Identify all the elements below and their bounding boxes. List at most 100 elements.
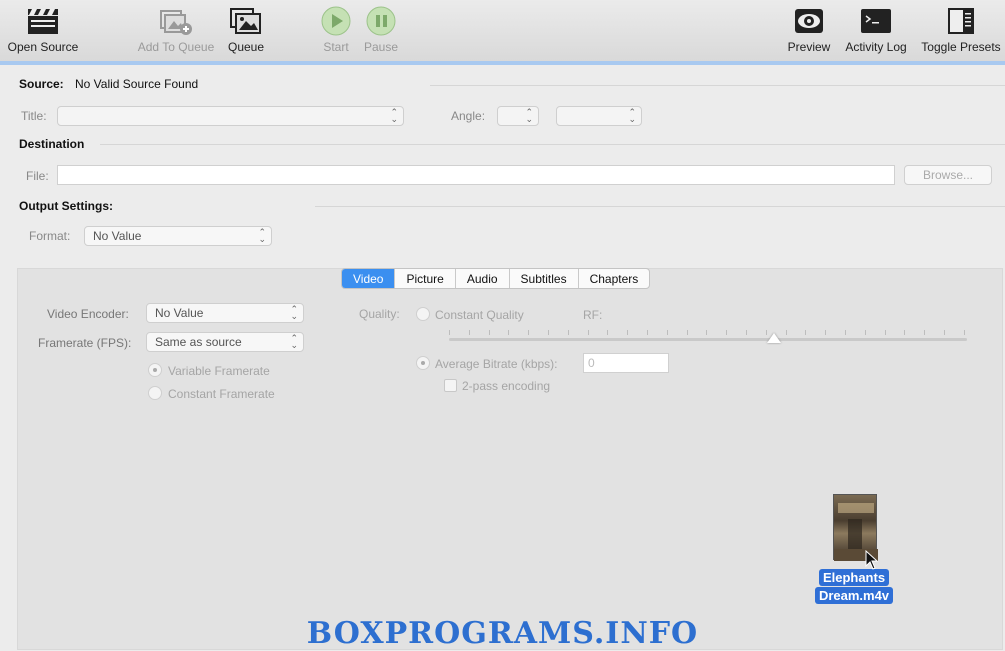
chevron-updown-icon: ⌃ ⌄ — [525, 107, 533, 124]
quality-label: Quality: — [359, 307, 400, 321]
format-label: Format: — [29, 229, 71, 243]
browse-button[interactable]: Browse... — [904, 165, 992, 185]
activity-log-button[interactable]: Activity Log — [840, 4, 912, 58]
slider-tick — [468, 330, 470, 335]
source-value: No Valid Source Found — [75, 77, 199, 91]
video-encoder-select[interactable]: No Value ⌃ ⌄ — [146, 303, 304, 323]
two-pass-checkbox[interactable] — [444, 379, 457, 392]
open-source-label: Open Source — [7, 40, 79, 54]
slider-tick — [845, 330, 846, 335]
slider-tick — [607, 330, 609, 335]
angle-label: Angle: — [451, 109, 486, 123]
slider-tick — [449, 330, 450, 335]
title-label: Title: — [21, 109, 47, 123]
quality-slider-knob[interactable] — [767, 333, 781, 343]
average-bitrate-label: Average Bitrate (kbps): — [435, 357, 558, 371]
start-label: Start — [323, 40, 349, 54]
framerate-select[interactable]: Same as source ⌃ ⌄ — [146, 332, 304, 352]
quality-slider-track[interactable] — [449, 338, 967, 341]
framerate-value: Same as source — [155, 335, 242, 349]
destination-heading: Destination — [19, 137, 85, 151]
queue-button[interactable]: Queue — [226, 4, 266, 58]
slider-tick — [567, 330, 569, 335]
add-to-queue-button[interactable]: Add To Queue — [134, 4, 218, 58]
constant-framerate-radio[interactable] — [148, 386, 162, 400]
angle-secondary-select[interactable]: ⌃ ⌄ — [556, 106, 642, 126]
slider-tick — [944, 330, 945, 335]
pause-icon — [365, 4, 397, 38]
queue-icon — [228, 4, 264, 38]
slider-tick — [726, 330, 728, 335]
toggle-presets-label: Toggle Presets — [921, 40, 1001, 54]
dragged-file-name: Elephants Dream.m4v — [814, 569, 894, 605]
play-icon — [320, 4, 352, 38]
constant-quality-radio[interactable] — [416, 307, 430, 321]
variable-framerate-radio[interactable] — [148, 363, 162, 377]
output-settings-heading: Output Settings: — [19, 199, 113, 213]
chevron-updown-icon: ⌃ ⌄ — [258, 227, 266, 244]
variable-framerate-label: Variable Framerate — [168, 364, 270, 378]
chevron-updown-icon: ⌃ ⌄ — [628, 107, 636, 124]
format-value: No Value — [93, 229, 142, 243]
slider-tick — [805, 330, 807, 335]
format-select[interactable]: No Value ⌃ ⌄ — [84, 226, 272, 246]
preview-label: Preview — [787, 40, 831, 54]
angle-select[interactable]: ⌃ ⌄ — [497, 106, 539, 126]
slider-tick — [647, 330, 648, 335]
file-name-line2: Dream.m4v — [814, 587, 894, 604]
source-label: Source: — [19, 77, 64, 91]
title-select[interactable]: ⌃ ⌄ — [57, 106, 404, 126]
mouse-cursor-icon — [865, 550, 879, 570]
output-divider — [315, 206, 1005, 207]
slider-tick — [508, 330, 510, 335]
video-encoder-label: Video Encoder: — [47, 307, 129, 321]
slider-tick — [686, 330, 688, 335]
slider-tick — [587, 330, 589, 335]
start-button[interactable]: Start — [318, 4, 354, 58]
source-divider — [430, 85, 1005, 86]
tab-chapters[interactable]: Chapters — [579, 269, 650, 288]
slider-tick — [924, 330, 926, 335]
slider-tick — [666, 330, 668, 335]
destination-file-input[interactable] — [57, 165, 895, 185]
slider-tick — [706, 330, 708, 335]
add-to-queue-label: Add To Queue — [137, 40, 215, 54]
video-encoder-value: No Value — [155, 306, 204, 320]
slider-tick — [785, 330, 787, 335]
terminal-icon — [859, 4, 893, 38]
average-bitrate-radio[interactable] — [416, 356, 430, 370]
add-to-queue-icon — [158, 4, 194, 38]
slider-tick — [963, 330, 965, 335]
preview-button[interactable]: Preview — [784, 4, 834, 58]
toolbar: Open Source Add To Queue Queue Start Pau… — [0, 0, 1005, 61]
two-pass-label: 2-pass encoding — [462, 379, 551, 393]
chevron-updown-icon: ⌃ ⌄ — [290, 333, 298, 350]
pause-label: Pause — [363, 40, 399, 54]
presets-drawer-icon — [944, 4, 978, 38]
pause-button[interactable]: Pause — [362, 4, 400, 58]
activity-log-label: Activity Log — [845, 40, 907, 54]
tab-video[interactable]: Video — [342, 269, 396, 288]
watermark-text: BOXPROGRAMS.INFO — [306, 616, 699, 651]
file-name-line1: Elephants — [818, 569, 890, 586]
open-source-button[interactable]: Open Source — [4, 4, 82, 58]
slider-tick — [864, 330, 866, 335]
tab-picture[interactable]: Picture — [395, 269, 456, 288]
destination-divider — [100, 144, 1005, 145]
settings-tabs: Video Picture Audio Subtitles Chapters — [341, 268, 651, 289]
file-label: File: — [26, 169, 49, 183]
constant-framerate-label: Constant Framerate — [168, 387, 275, 401]
clapperboard-icon — [26, 4, 60, 38]
toolbar-accent-bar — [0, 61, 1005, 65]
toggle-presets-button[interactable]: Toggle Presets — [918, 4, 1004, 58]
bitrate-input[interactable]: 0 — [583, 353, 669, 373]
slider-tick — [904, 330, 906, 335]
slider-tick — [627, 330, 629, 335]
tab-audio[interactable]: Audio — [456, 269, 510, 288]
slider-tick — [548, 330, 549, 335]
chevron-updown-icon: ⌃ ⌄ — [290, 304, 298, 321]
slider-tick — [528, 330, 530, 335]
tab-subtitles[interactable]: Subtitles — [510, 269, 579, 288]
constant-quality-label: Constant Quality — [435, 308, 524, 322]
slider-tick — [825, 330, 827, 335]
